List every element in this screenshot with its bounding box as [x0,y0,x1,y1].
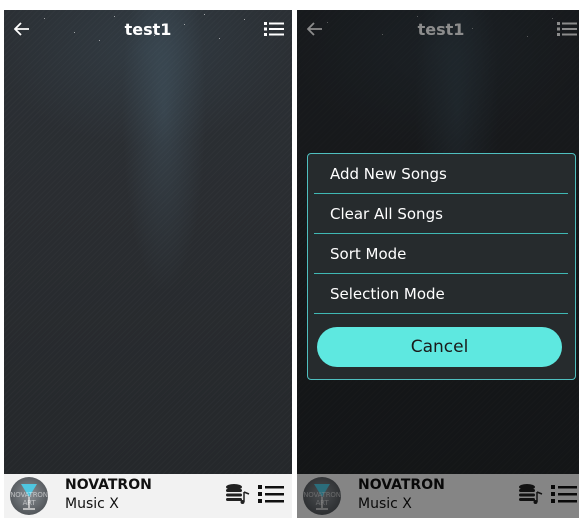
menu-item-label: Clear All Songs [330,204,443,223]
list-icon [258,485,284,503]
menu-item-sort-mode[interactable]: Sort Mode [314,234,568,274]
playlist-screen: test1 NOVATRON ART NOVATRON Music X [4,10,292,518]
playlist-button[interactable] [258,483,284,509]
playlist-screen-with-menu: test1 NOVATRON ART NOVATRON Music X Add … [297,10,579,518]
menu-button[interactable] [256,10,292,48]
now-playing-bar[interactable]: NOVATRON ART NOVATRON Music X [4,474,292,518]
back-button[interactable] [4,10,40,48]
arrow-left-icon [14,22,29,36]
top-bar: test1 [4,10,292,48]
menu-item-label: Sort Mode [330,244,407,263]
menu-item-selection-mode[interactable]: Selection Mode [314,274,568,314]
album-name: Music X [65,496,119,512]
options-dialog: Add New Songs Clear All Songs Sort Mode … [307,153,576,380]
cancel-label: Cancel [410,337,469,357]
music-library-icon [226,484,250,504]
logo-text: NOVATRON ART [10,491,48,507]
music-library-button[interactable] [225,483,251,509]
menu-item-label: Selection Mode [330,284,445,303]
background-image [4,10,292,474]
menu-item-add-new-songs[interactable]: Add New Songs [314,154,568,194]
album-art[interactable]: NOVATRON ART [10,477,48,515]
page-title: test1 [124,19,172,39]
menu-item-clear-all-songs[interactable]: Clear All Songs [314,194,568,234]
menu-item-label: Add New Songs [330,164,447,183]
cancel-button[interactable]: Cancel [317,327,562,367]
list-menu-icon [264,22,284,36]
artist-name: NOVATRON [65,477,152,493]
